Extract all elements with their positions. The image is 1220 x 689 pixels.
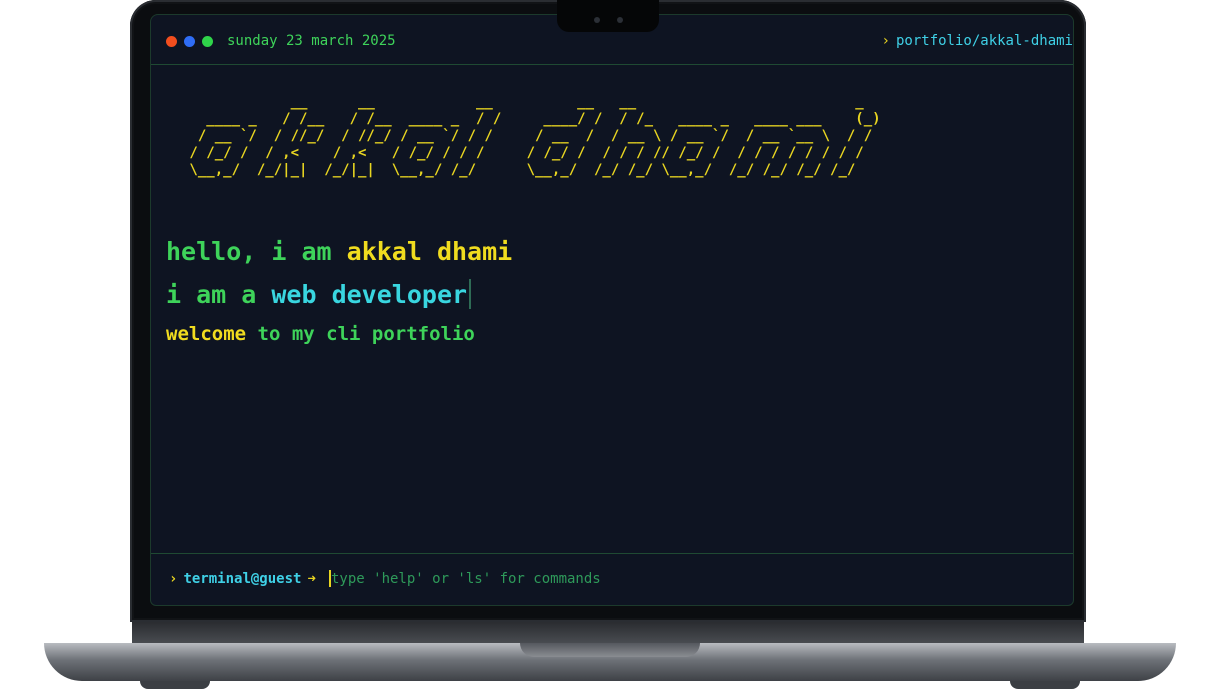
greeting-text: hello, i am [166, 237, 332, 266]
role-text: web developer [271, 280, 468, 309]
welcome-word: welcome [166, 323, 247, 345]
close-dot-icon[interactable] [166, 36, 177, 47]
command-input-wrap[interactable] [329, 568, 1029, 590]
chevron-right-icon: › [881, 33, 890, 49]
current-path: › portfolio/akkal-dhami [882, 33, 1073, 49]
prompt-label: › terminal@guest ➜ [169, 571, 320, 587]
laptop-hinge [132, 622, 1084, 644]
sensor-icon [617, 17, 623, 23]
minimize-dot-icon[interactable] [184, 36, 195, 47]
ascii-banner: __ __ __ __ __ _ ____ _ / /__ / /__ ____… [189, 94, 881, 178]
camera-notch [557, 0, 659, 32]
arrow-right-icon: ➜ [307, 571, 316, 587]
laptop-opening-notch [520, 643, 700, 657]
chevron-right-icon: › [169, 571, 178, 587]
role-prefix: i am a [166, 280, 257, 309]
role-line: i am a web developer [166, 279, 472, 309]
laptop-foot-left [140, 681, 210, 689]
terminal-window: sunday 23 march 2025 › portfolio/akkal-dh… [150, 14, 1074, 606]
command-prompt-bar: › terminal@guest ➜ [151, 553, 1073, 605]
welcome-line: welcome to my cli portfolio [166, 323, 475, 345]
welcome-rest: to my cli portfolio [257, 323, 475, 345]
laptop-foot-right [1010, 681, 1080, 689]
command-input[interactable] [331, 568, 1021, 590]
path-text: portfolio/akkal-dhami [895, 33, 1073, 49]
maximize-dot-icon[interactable] [202, 36, 213, 47]
current-date: sunday 23 march 2025 [227, 33, 396, 49]
camera-icon [594, 17, 600, 23]
owner-name: akkal dhami [346, 237, 513, 266]
typing-cursor [469, 279, 472, 309]
greeting-line: hello, i am akkal dhami [166, 237, 512, 266]
prompt-user: terminal@guest [183, 571, 302, 587]
